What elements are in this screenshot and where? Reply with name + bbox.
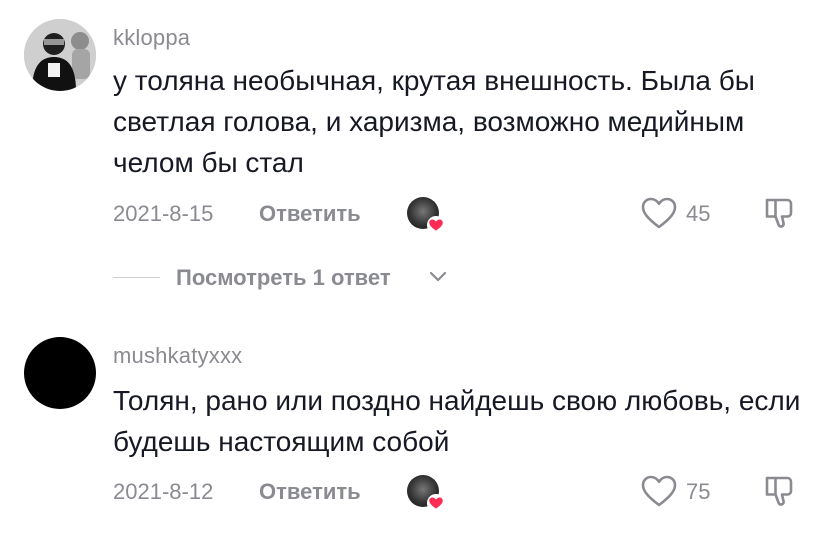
chevron-down-icon bbox=[429, 271, 447, 282]
like-heart-icon[interactable] bbox=[640, 474, 678, 508]
creator-liked-badge bbox=[407, 197, 445, 234]
reply-button[interactable]: Ответить bbox=[259, 201, 361, 227]
comment-date: 2021-8-15 bbox=[113, 201, 214, 226]
dislike-thumb-icon[interactable] bbox=[762, 472, 798, 508]
creator-liked-badge bbox=[407, 475, 445, 512]
view-replies-button[interactable]: Посмотреть 1 ответ bbox=[113, 263, 513, 293]
like-count: 75 bbox=[686, 479, 711, 504]
comment-text: Толян, рано или поздно найдешь свою любо… bbox=[113, 385, 801, 457]
view-replies-label: Посмотреть 1 ответ bbox=[176, 265, 391, 290]
dislike-thumb-icon[interactable] bbox=[762, 194, 798, 230]
comment-username[interactable]: mushkatyxxx bbox=[113, 343, 242, 369]
comment-username[interactable]: kkloppa bbox=[113, 25, 190, 51]
avatar[interactable] bbox=[24, 19, 96, 91]
avatar-photo-icon bbox=[24, 19, 96, 91]
avatar[interactable] bbox=[24, 337, 96, 409]
like-count: 45 bbox=[686, 201, 711, 226]
heart-filled-icon bbox=[427, 216, 445, 234]
like-heart-icon[interactable] bbox=[640, 196, 678, 230]
heart-filled-icon bbox=[427, 494, 445, 512]
reply-button[interactable]: Ответить bbox=[259, 479, 361, 505]
replies-divider-line bbox=[113, 277, 160, 278]
comment-text: у толяна необычная, крутая внешность. Бы… bbox=[113, 65, 755, 178]
comment-date: 2021-8-12 bbox=[113, 479, 214, 504]
